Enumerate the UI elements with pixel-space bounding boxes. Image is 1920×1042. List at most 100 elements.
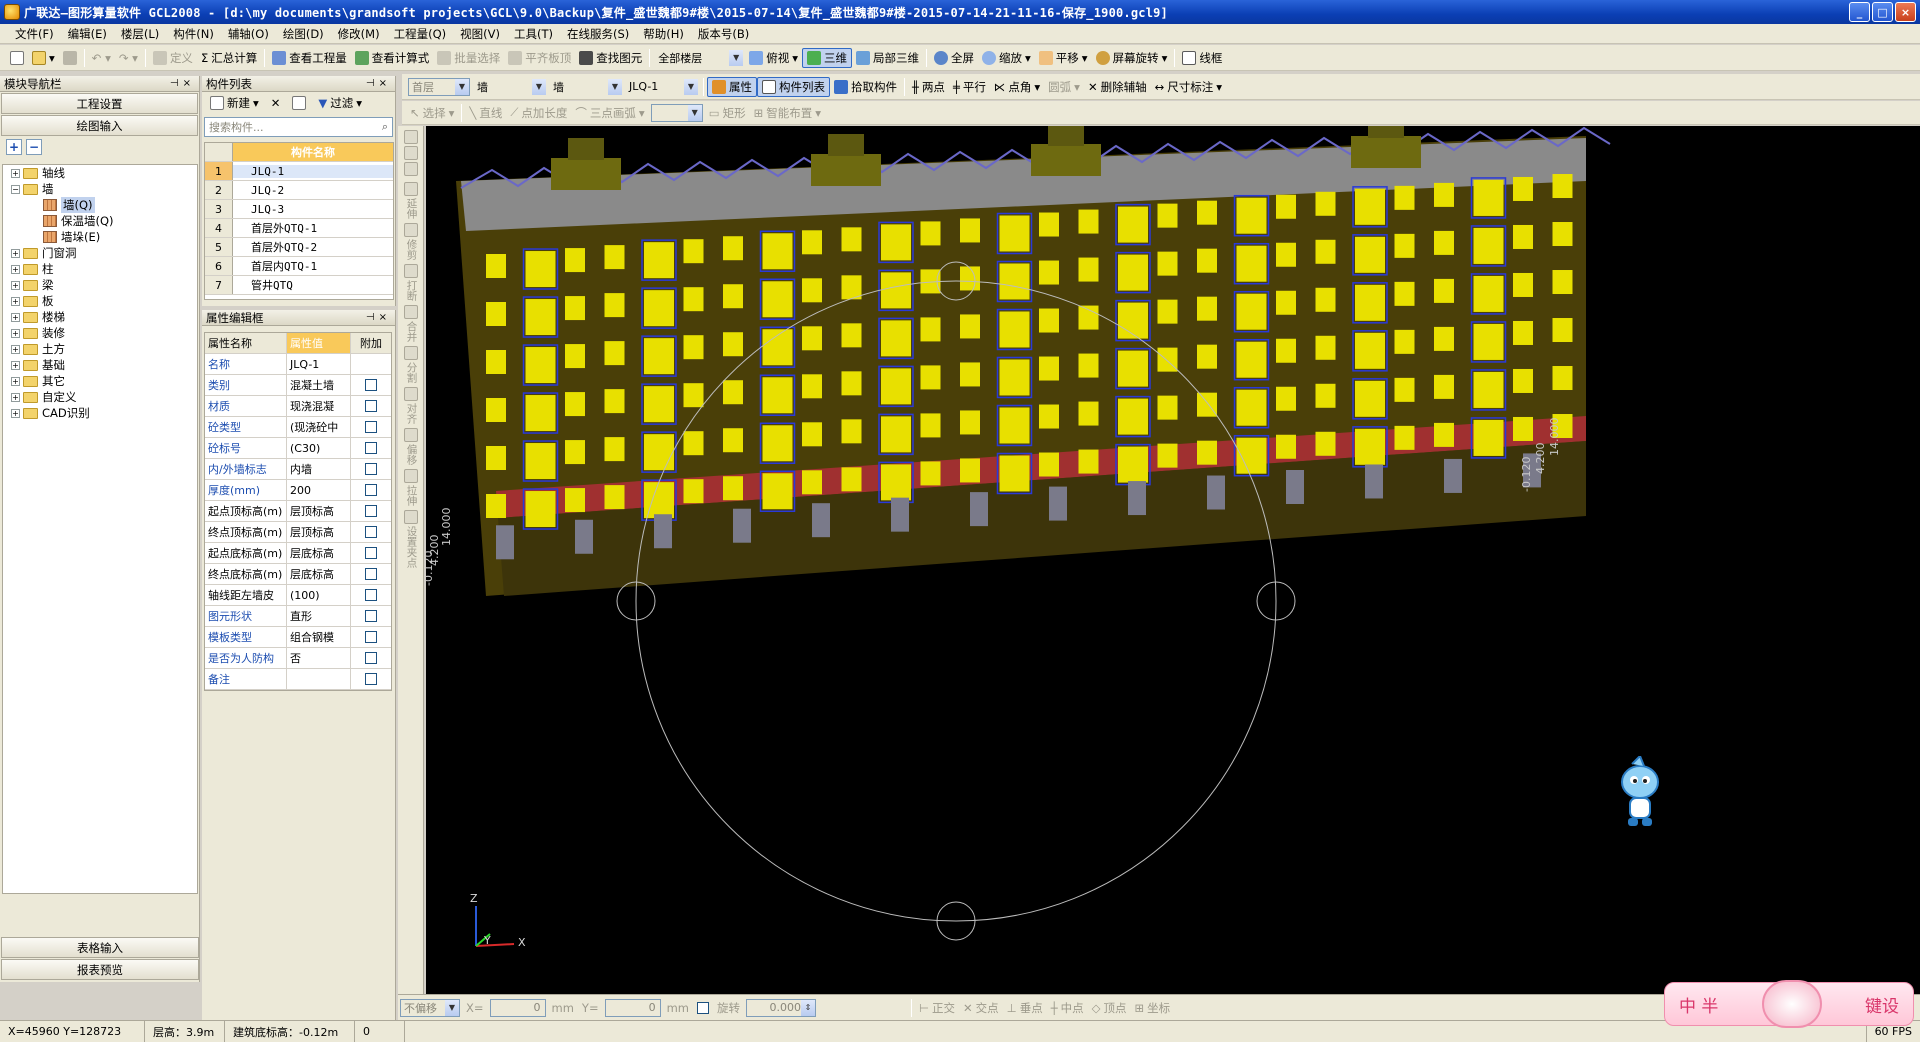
tree-item[interactable]: + 土方: [3, 341, 197, 357]
filter-button[interactable]: ▼ 过滤 ▾: [314, 93, 366, 113]
attach-checkbox[interactable]: [365, 421, 377, 433]
zoom-button[interactable]: 缩放 ▾: [978, 48, 1035, 68]
view-quantity-button[interactable]: 查看工程量: [268, 48, 351, 68]
menu-quantity[interactable]: 工程量(Q): [387, 26, 454, 42]
smart-layout-button[interactable]: ⊞ 智能布置 ▾: [750, 103, 825, 123]
component-row[interactable]: 3 JLQ-3: [205, 200, 393, 219]
component-row[interactable]: 7 管井QTQ: [205, 276, 393, 295]
property-value[interactable]: 否: [287, 648, 351, 668]
tree-item[interactable]: + 楼梯: [3, 309, 197, 325]
pin-close-icon[interactable]: ⊣×: [366, 78, 391, 89]
expand-icon[interactable]: +: [11, 376, 20, 386]
select-tool-button[interactable]: ↖ 选择 ▾: [406, 103, 458, 123]
menu-file[interactable]: 文件(F): [8, 26, 61, 42]
menu-edit[interactable]: 编辑(E): [61, 26, 114, 42]
attach-checkbox[interactable]: [365, 547, 377, 559]
vertical-tool-button[interactable]: 偏移: [400, 428, 422, 465]
attach-checkbox[interactable]: [365, 400, 377, 412]
parallel-button[interactable]: ╪ 平行: [949, 77, 990, 97]
expand-icon[interactable]: +: [11, 248, 20, 258]
y-input[interactable]: 0: [604, 998, 661, 1017]
define-button[interactable]: 定义: [149, 48, 197, 68]
line-tool-button[interactable]: ╲ 直线: [465, 103, 506, 123]
property-value[interactable]: 混凝土墙: [287, 375, 351, 395]
3d-view-button[interactable]: 三维: [802, 47, 852, 68]
menu-view[interactable]: 视图(V): [453, 26, 507, 42]
ime-toolbar[interactable]: 中 半 键设: [1664, 980, 1914, 1028]
rotate-input[interactable]: 0.000 ⇕: [746, 998, 816, 1017]
pan-button[interactable]: 平移 ▾: [1035, 48, 1092, 68]
vertical-tool-pan[interactable]: [400, 130, 422, 178]
tree-item[interactable]: + 梁: [3, 277, 197, 293]
expand-icon[interactable]: +: [11, 328, 20, 338]
floor-select[interactable]: 首层 ▼: [408, 77, 470, 96]
three-point-arc-button[interactable]: ⌒ 三点画弧 ▾: [571, 103, 648, 123]
x-input[interactable]: 0: [489, 998, 546, 1017]
tree-item[interactable]: + 柱: [3, 261, 197, 277]
dimension-button[interactable]: ↔ 尺寸标注 ▾: [1151, 77, 1226, 97]
point-length-button[interactable]: ⟋ 点加长度: [506, 103, 571, 123]
attach-checkbox[interactable]: [365, 484, 377, 496]
project-settings-button[interactable]: 工程设置: [1, 93, 198, 114]
tree-item[interactable]: + 基础: [3, 357, 197, 373]
expand-icon[interactable]: +: [11, 280, 20, 290]
attach-checkbox[interactable]: [365, 379, 377, 391]
fullscreen-button[interactable]: 全屏: [930, 48, 978, 68]
property-value[interactable]: 层底标高: [287, 543, 351, 563]
collapse-icon[interactable]: −: [11, 184, 20, 194]
view-formula-button[interactable]: 查看计算式: [351, 48, 434, 68]
property-value[interactable]: (C30): [287, 438, 351, 458]
menu-floor[interactable]: 楼层(L): [114, 26, 166, 42]
perpendicular-button[interactable]: ⊥ 垂点: [1003, 998, 1047, 1018]
property-value[interactable]: 直形: [287, 606, 351, 626]
attach-checkbox[interactable]: [365, 589, 377, 601]
rectangle-button[interactable]: ▭ 矩形: [705, 103, 750, 123]
align-slab-top-button[interactable]: 平齐板顶: [504, 48, 575, 68]
midpoint-button[interactable]: ┼ 中点: [1047, 998, 1088, 1018]
property-value[interactable]: 层顶标高: [287, 501, 351, 521]
arc-option-select[interactable]: ▼: [650, 103, 703, 122]
redo-button[interactable]: ↷ ▾: [115, 48, 142, 68]
component-row[interactable]: 2 JLQ-2: [205, 181, 393, 200]
property-value[interactable]: 内墙: [287, 459, 351, 479]
coordinate-button[interactable]: ⊞ 坐标: [1131, 998, 1175, 1018]
tree-item[interactable]: + 装修: [3, 325, 197, 341]
component-list-button[interactable]: 构件列表: [757, 76, 830, 97]
vertical-tool-button[interactable]: 打断: [400, 264, 422, 301]
type-select-2[interactable]: 墙 ▼: [550, 78, 622, 96]
point-angle-button[interactable]: ⋉ 点角 ▾: [990, 77, 1044, 97]
vertical-tool-button[interactable]: 拉伸: [400, 469, 422, 506]
arc-button[interactable]: 圆弧 ▾: [1044, 77, 1084, 97]
attach-checkbox[interactable]: [365, 568, 377, 580]
report-preview-button[interactable]: 报表预览: [1, 959, 199, 980]
screen-rotate-button[interactable]: 屏幕旋转 ▾: [1092, 48, 1172, 68]
component-row[interactable]: 4 首层外QTQ-1: [205, 219, 393, 238]
property-value[interactable]: JLQ-1: [287, 354, 351, 374]
local-3d-button[interactable]: 局部三维: [852, 48, 923, 68]
sum-calc-button[interactable]: Σ 汇总计算: [197, 48, 261, 68]
maximize-button[interactable]: □: [1872, 2, 1893, 22]
attach-checkbox[interactable]: [365, 631, 377, 643]
menu-tools[interactable]: 工具(T): [507, 26, 560, 42]
component-select[interactable]: JLQ-1 ▼: [626, 78, 698, 96]
3d-viewport[interactable]: Z Y X 14.000 4.200 -0.120 14.000 4.200 -0.120: [426, 126, 1920, 994]
expand-icon[interactable]: +: [11, 264, 20, 274]
menu-aux-axis[interactable]: 辅轴(O): [221, 26, 276, 42]
save-button[interactable]: [59, 48, 81, 68]
attach-checkbox[interactable]: [365, 610, 377, 622]
floor-range-select[interactable]: 全部楼层 ▼: [655, 49, 744, 67]
property-value[interactable]: 200: [287, 480, 351, 500]
pin-close-icon[interactable]: ⊣×: [366, 312, 391, 323]
batch-select-button[interactable]: 批量选择: [433, 48, 504, 68]
attach-checkbox[interactable]: [365, 463, 377, 475]
expand-icon[interactable]: +: [11, 392, 20, 402]
tree-item[interactable]: 保温墙(Q): [3, 213, 197, 229]
component-row[interactable]: 6 首层内QTQ-1: [205, 257, 393, 276]
delete-aux-axis-button[interactable]: ✕ 删除辅轴: [1084, 77, 1151, 97]
tree-item[interactable]: 墙垛(E): [3, 229, 197, 245]
delete-component-button[interactable]: ✕: [267, 93, 285, 113]
intersection-button[interactable]: ✕ 交点: [959, 998, 1003, 1018]
undo-button[interactable]: ↶ ▾: [88, 48, 115, 68]
pick-component-button[interactable]: 拾取构件: [830, 77, 901, 97]
type-select-1[interactable]: 墙 ▼: [474, 78, 546, 96]
